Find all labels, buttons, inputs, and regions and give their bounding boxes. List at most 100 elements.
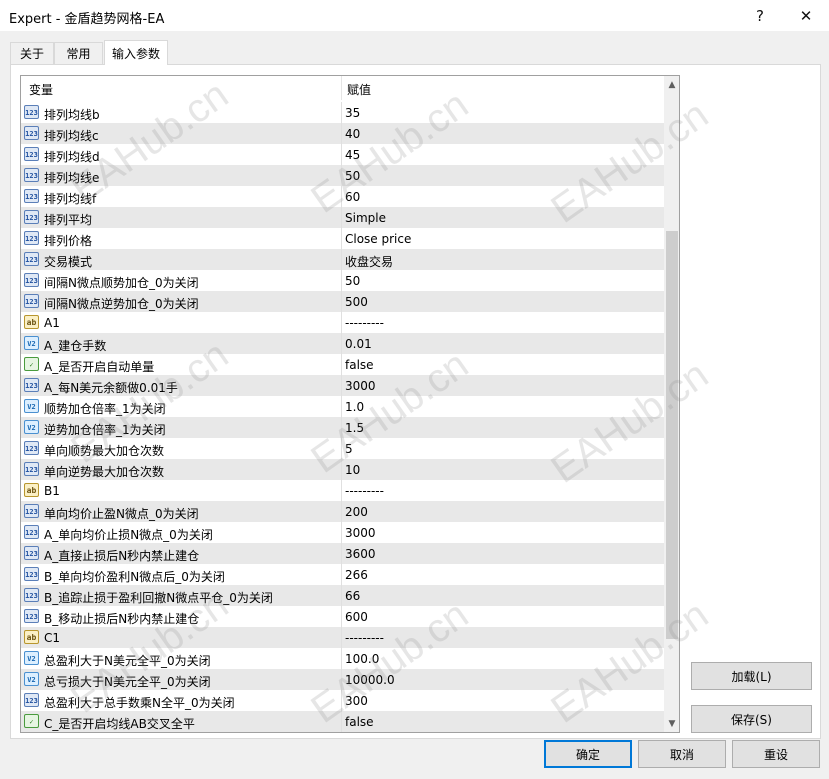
scroll-down-arrow-icon[interactable]: ▼ [664, 715, 679, 732]
ok-button[interactable]: 确定 [544, 740, 632, 768]
parameter-row[interactable]: 123 A_每N美元余额做0.01手 3000 [21, 375, 664, 396]
parameter-name: 排列价格 [44, 234, 93, 248]
parameter-value[interactable]: 35 [345, 106, 360, 120]
parameter-row[interactable]: 123 B_追踪止损于盈利回撤N微点平仓_0为关闭 66 [21, 585, 664, 606]
parameter-row[interactable]: 123 B_移动止损后N秒内禁止建仓 600 [21, 606, 664, 627]
vertical-scrollbar[interactable]: ▲ ▼ [664, 76, 679, 732]
parameter-value[interactable]: 60 [345, 190, 360, 204]
cell-divider [341, 144, 342, 165]
parameter-row[interactable]: 123 排列均线d 45 [21, 144, 664, 165]
parameter-name: B_移动止损后N秒内禁止建仓 [44, 612, 200, 626]
parameter-row[interactable]: 123 间隔N微点逆势加仓_0为关闭 500 [21, 291, 664, 312]
parameter-value[interactable]: 3000 [345, 379, 376, 393]
parameter-row[interactable]: 123 排列均线b 35 [21, 102, 664, 123]
parameter-row[interactable]: 123 B_单向均价盈利N微点后_0为关闭 266 [21, 564, 664, 585]
parameter-value[interactable]: 3600 [345, 547, 376, 561]
parameter-row[interactable]: ✓ A_是否开启自动单量 false [21, 354, 664, 375]
parameter-value[interactable]: 收盘交易 [345, 253, 393, 270]
parameter-value[interactable]: 1.0 [345, 400, 364, 414]
parameter-name: 间隔N微点逆势加仓_0为关闭 [44, 297, 199, 311]
parameter-value[interactable]: --------- [345, 484, 384, 498]
cell-divider [341, 123, 342, 144]
parameter-name: 单向逆势最大加仓次数 [44, 465, 165, 479]
tab-about[interactable]: 关于 [10, 42, 54, 64]
parameter-row[interactable]: 123 单向均价止盈N微点_0为关闭 200 [21, 501, 664, 522]
save-button[interactable]: 保存(S) [691, 705, 812, 733]
parameter-row[interactable]: 123 排列均线c 40 [21, 123, 664, 144]
parameter-value[interactable]: Close price [345, 232, 411, 246]
parameter-value[interactable]: 10 [345, 463, 360, 477]
parameter-row[interactable]: 123 单向逆势最大加仓次数 10 [21, 459, 664, 480]
parameter-value[interactable]: 100.0 [345, 652, 379, 666]
parameter-row[interactable]: 123 单向顺势最大加仓次数 5 [21, 438, 664, 459]
parameter-row[interactable]: 123 间隔N微点顺势加仓_0为关闭 50 [21, 270, 664, 291]
parameter-row[interactable]: V2 A_建仓手数 0.01 [21, 333, 664, 354]
parameter-value[interactable]: 266 [345, 568, 368, 582]
parameter-row[interactable]: 123 A_单向均价止损N微点_0为关闭 3000 [21, 522, 664, 543]
parameter-value[interactable]: 50 [345, 169, 360, 183]
parameter-value[interactable]: --------- [345, 316, 384, 330]
cell-divider [341, 438, 342, 459]
parameter-value[interactable]: 10000.0 [345, 673, 395, 687]
tab-common[interactable]: 常用 [54, 42, 103, 64]
parameter-value[interactable]: false [345, 358, 374, 372]
parameter-value[interactable]: 0.01 [345, 337, 372, 351]
parameter-name: 顺势加仓倍率_1为关闭 [44, 402, 166, 416]
cell-divider [341, 627, 342, 648]
parameter-row[interactable]: ab C1 --------- [21, 627, 664, 648]
help-button[interactable]: ? [737, 0, 783, 31]
parameter-row[interactable]: V2 总亏损大于N美元全平_0为关闭 10000.0 [21, 669, 664, 690]
parameter-row[interactable]: 123 A_直接止损后N秒内禁止建仓 3600 [21, 543, 664, 564]
parameter-value[interactable]: 5 [345, 442, 353, 456]
parameter-row[interactable]: V2 逆势加仓倍率_1为关闭 1.5 [21, 417, 664, 438]
cancel-button[interactable]: 取消 [638, 740, 726, 768]
parameter-row[interactable]: 123 排列价格 Close price [21, 228, 664, 249]
type-int-icon: 123 [24, 693, 39, 707]
parameter-row[interactable]: ab B1 --------- [21, 480, 664, 501]
parameter-value[interactable]: 45 [345, 148, 360, 162]
parameter-row[interactable]: ab A1 --------- [21, 312, 664, 333]
parameter-row[interactable]: 123 总盈利大于总手数乘N全平_0为关闭 300 [21, 690, 664, 711]
parameter-row[interactable]: ✓ C_是否开启均线AB交叉全平 false [21, 711, 664, 732]
parameter-value[interactable]: 300 [345, 694, 368, 708]
cell-divider [341, 375, 342, 396]
cell-divider [341, 186, 342, 207]
type-int-icon: 123 [24, 441, 39, 455]
tab-inputs[interactable]: 输入参数 [104, 40, 168, 65]
reset-button[interactable]: 重设 [732, 740, 820, 768]
parameter-value[interactable]: 3000 [345, 526, 376, 540]
parameter-value[interactable]: 200 [345, 505, 368, 519]
parameter-row[interactable]: 123 交易模式 收盘交易 [21, 249, 664, 270]
parameter-value[interactable]: 40 [345, 127, 360, 141]
parameter-name: 单向均价止盈N微点_0为关闭 [44, 507, 199, 521]
parameter-value[interactable]: Simple [345, 211, 386, 225]
parameter-row[interactable]: 123 排列均线f 60 [21, 186, 664, 207]
parameter-row[interactable]: V2 顺势加仓倍率_1为关闭 1.0 [21, 396, 664, 417]
close-button[interactable]: ✕ [783, 0, 829, 31]
scroll-up-arrow-icon[interactable]: ▲ [664, 76, 679, 93]
parameter-value[interactable]: --------- [345, 631, 384, 645]
type-dbl-icon: V2 [24, 672, 39, 686]
column-divider[interactable] [341, 76, 342, 100]
type-int-icon: 123 [24, 609, 39, 623]
load-button[interactable]: 加载(L) [691, 662, 812, 690]
parameter-value[interactable]: false [345, 715, 374, 729]
ok-button-label: 确定 [575, 747, 600, 762]
type-int-icon: 123 [24, 231, 39, 245]
parameter-value[interactable]: 600 [345, 610, 368, 624]
parameter-value[interactable]: 500 [345, 295, 368, 309]
parameter-value[interactable]: 66 [345, 589, 360, 603]
parameter-name: 排列均线f [44, 192, 97, 206]
parameter-value[interactable]: 1.5 [345, 421, 364, 435]
parameter-value[interactable]: 50 [345, 274, 360, 288]
column-header-value[interactable]: 赋值 [347, 81, 371, 98]
scrollbar-thumb[interactable] [666, 231, 678, 639]
type-int-icon: 123 [24, 168, 39, 182]
column-header-variable[interactable]: 变量 [29, 81, 53, 98]
parameter-name: 单向顺势最大加仓次数 [44, 444, 165, 458]
parameter-row[interactable]: 123 排列均线e 50 [21, 165, 664, 186]
parameter-row[interactable]: 123 排列平均 Simple [21, 207, 664, 228]
type-int-icon: 123 [24, 126, 39, 140]
parameter-row[interactable]: V2 总盈利大于N美元全平_0为关闭 100.0 [21, 648, 664, 669]
cell-divider [341, 165, 342, 186]
